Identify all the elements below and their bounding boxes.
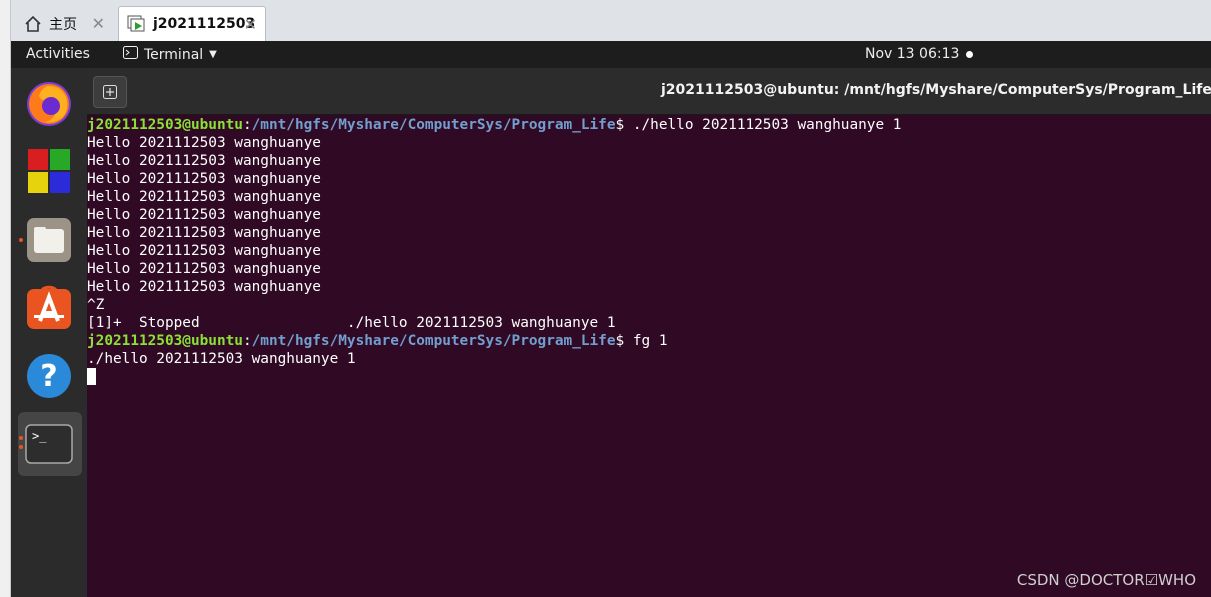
running-indicator-icon <box>19 238 23 242</box>
prompt-path: /mnt/hgfs/Myshare/ComputerSys/Program_Li… <box>251 117 616 133</box>
svg-text:?: ? <box>40 359 57 394</box>
output-line: Hello 2021112503 wanghuanye <box>87 135 321 151</box>
prompt-line: j2021112503@ubuntu:/mnt/hgfs/Myshare/Com… <box>87 333 668 349</box>
tab-vm[interactable]: j2021112503 ✕ <box>118 6 266 41</box>
running-indicator-icon <box>19 436 23 440</box>
terminal-output[interactable]: j2021112503@ubuntu:/mnt/hgfs/Myshare/Com… <box>87 116 1211 597</box>
tab-home[interactable]: 主页 ✕ <box>15 6 113 41</box>
output-line: Hello 2021112503 wanghuanye <box>87 243 321 259</box>
command-text: ./hello 2021112503 wanghuanye 1 <box>624 117 902 133</box>
prompt-user: j2021112503@ubuntu <box>87 333 243 349</box>
close-icon[interactable]: ✕ <box>244 15 257 34</box>
notification-dot-icon <box>966 51 973 58</box>
dock-item-files[interactable] <box>23 214 75 266</box>
output-line: Hello 2021112503 wanghuanye <box>87 153 321 169</box>
vm-tab-strip: 主页 ✕ j2021112503 ✕ <box>0 0 1211 42</box>
terminal-header-bar: j2021112503@ubuntu: /mnt/hgfs/Myshare/Co… <box>87 68 1211 115</box>
prompt-line: j2021112503@ubuntu:/mnt/hgfs/Myshare/Com… <box>87 117 902 133</box>
prompt-user: j2021112503@ubuntu <box>87 117 243 133</box>
running-indicator-icon <box>19 445 23 449</box>
app-menu-label: Terminal <box>144 46 204 63</box>
tab-vm-label: j2021112503 <box>153 16 256 32</box>
terminal-small-icon <box>123 46 138 63</box>
new-tab-icon <box>103 85 117 99</box>
colored-squares-icon <box>28 149 70 193</box>
output-line: Hello 2021112503 wanghuanye <box>87 171 321 187</box>
dock: ? >_ <box>11 68 87 597</box>
dock-item-colored-squares[interactable] <box>23 145 75 197</box>
vm-left-edge <box>0 0 11 597</box>
output-line: Hello 2021112503 wanghuanye <box>87 225 321 241</box>
output-line: ./hello 2021112503 wanghuanye 1 <box>87 351 356 367</box>
cursor-line <box>87 368 1211 386</box>
files-icon <box>27 218 71 262</box>
firefox-icon <box>27 82 71 126</box>
home-icon <box>23 14 43 34</box>
chevron-down-icon: ▼ <box>209 49 217 60</box>
output-line: Hello 2021112503 wanghuanye <box>87 189 321 205</box>
dock-item-firefox[interactable] <box>23 78 75 130</box>
output-line: ^Z <box>87 297 105 313</box>
help-icon: ? <box>27 354 71 398</box>
svg-text:>_: >_ <box>32 429 47 443</box>
software-store-icon <box>27 285 71 329</box>
activities-button[interactable]: Activities <box>26 46 90 62</box>
app-menu-button[interactable]: Terminal ▼ <box>123 46 217 63</box>
text-cursor <box>87 368 96 385</box>
output-line: Hello 2021112503 wanghuanye <box>87 261 321 277</box>
prompt-path: /mnt/hgfs/Myshare/ComputerSys/Program_Li… <box>251 333 616 349</box>
terminal-icon: >_ <box>25 424 73 464</box>
clock[interactable]: Nov 13 06:13 <box>865 46 959 62</box>
dock-item-terminal[interactable]: >_ <box>23 418 75 470</box>
vm-icon <box>127 14 147 34</box>
close-icon[interactable]: ✕ <box>92 14 105 33</box>
output-line: [1]+ Stopped ./hello 2021112503 wanghuan… <box>87 315 616 331</box>
new-tab-button[interactable] <box>93 76 127 108</box>
watermark: CSDN @DOCTOR☑WHO <box>1016 571 1196 589</box>
output-line: Hello 2021112503 wanghuanye <box>87 279 321 295</box>
window-title: j2021112503@ubuntu: /mnt/hgfs/Myshare/Co… <box>661 82 1211 98</box>
command-text: fg 1 <box>624 333 668 349</box>
output-line: Hello 2021112503 wanghuanye <box>87 207 321 223</box>
tab-home-label: 主页 <box>49 16 77 33</box>
dock-item-software[interactable] <box>23 282 75 334</box>
dock-item-help[interactable]: ? <box>23 350 75 402</box>
gnome-top-bar: Activities Terminal ▼ Nov 13 06:13 <box>11 41 1211 68</box>
